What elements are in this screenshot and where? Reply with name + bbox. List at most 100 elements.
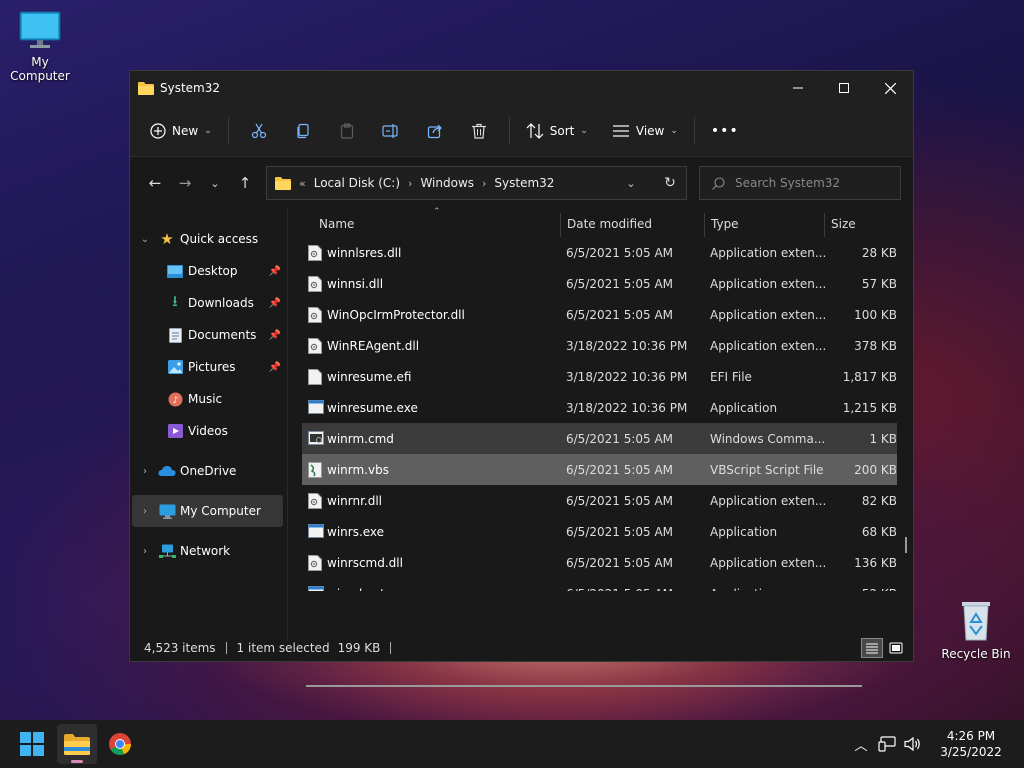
file-row[interactable]: winrm.cmd 6/5/2021 5:05 AM Windows Comma..… (302, 423, 897, 454)
file-type: Application exten... (710, 307, 827, 322)
file-row[interactable]: winrnr.dll 6/5/2021 5:05 AM Application ex… (288, 485, 913, 516)
nav-pictures[interactable]: Pictures 📌 (130, 351, 287, 383)
file-type: Application (710, 524, 778, 539)
clock[interactable]: 4:26 PM 3/25/2022 (926, 728, 1016, 760)
start-button[interactable] (12, 724, 52, 764)
file-explorer-window: System32 New ⌄ Sort ⌄ View ⌄ ••• ← → ⌄ ↑… (129, 70, 914, 687)
nav-desktop[interactable]: Desktop 📌 (130, 255, 287, 287)
file-name: winrs.exe (327, 524, 385, 539)
chevron-right-icon[interactable]: › (138, 546, 152, 557)
file-row[interactable]: winrshost.exe 6/5/2021 5:05 AM Application… (288, 578, 913, 591)
nav-network[interactable]: › Network (130, 535, 287, 567)
file-date-modified: 6/5/2021 5:05 AM (566, 462, 674, 477)
file-row[interactable]: winresume.exe 3/18/2022 10:36 PM Applicati… (288, 392, 913, 423)
taskbar-chrome[interactable] (100, 724, 140, 764)
breadcrumb-windows[interactable]: Windows (420, 176, 474, 190)
column-type[interactable]: Type (711, 217, 739, 231)
address-bar[interactable]: « Local Disk (C:) › Windows › System32 ⌄… (266, 166, 687, 200)
pin-icon: 📌 (268, 297, 281, 309)
view-button[interactable]: View ⌄ (604, 115, 686, 147)
file-date-modified: 6/5/2021 5:05 AM (566, 307, 674, 322)
new-button[interactable]: New ⌄ (142, 115, 220, 147)
rename-icon (382, 123, 398, 138)
chevron-right-icon[interactable]: › (138, 506, 152, 517)
volume-button[interactable] (900, 720, 926, 768)
share-icon (427, 124, 442, 138)
file-size: 57 KB (861, 276, 897, 291)
nav-music[interactable]: ♪ Music (130, 383, 287, 415)
thumbnail-view-button[interactable] (885, 638, 907, 658)
new-label: New (172, 123, 199, 138)
paste-button[interactable] (331, 115, 363, 147)
file-date-modified: 6/5/2021 5:05 AM (566, 493, 674, 508)
cut-button[interactable] (243, 115, 275, 147)
sort-icon (526, 122, 544, 139)
desktop-icon-label: My Computer (10, 55, 70, 83)
search-box[interactable]: Search System32 (699, 166, 901, 200)
details-view-button[interactable] (861, 638, 883, 658)
desktop-icon-label: Recycle Bin (941, 647, 1011, 661)
breadcrumb-local-disk[interactable]: Local Disk (C:) (314, 176, 400, 190)
arrow-left-icon: ← (148, 174, 162, 192)
file-type: Application exten... (710, 493, 827, 508)
taskbar-file-explorer[interactable] (57, 724, 97, 764)
up-button[interactable]: ↑ (230, 168, 260, 198)
column-date-modified[interactable]: Date modified (567, 217, 652, 231)
file-size: 1 KB (869, 431, 897, 446)
share-button[interactable] (419, 115, 451, 147)
horizontal-scrollbar[interactable] (306, 685, 862, 687)
refresh-icon[interactable]: ↻ (654, 175, 686, 191)
file-row[interactable]: winrscmd.dll 6/5/2021 5:05 AM Application … (288, 547, 913, 578)
music-icon: ♪ (166, 392, 184, 407)
show-hidden-icons-button[interactable]: ︿ (848, 720, 874, 768)
chevron-right-icon[interactable]: › (138, 466, 152, 477)
delete-button[interactable] (463, 115, 495, 147)
file-row[interactable]: winresume.efi 3/18/2022 10:36 PM EFI File 1… (288, 361, 913, 392)
minimize-button[interactable] (775, 71, 821, 105)
close-button[interactable] (867, 71, 913, 105)
file-row[interactable]: winrs.exe 6/5/2021 5:05 AM Application 68 K… (288, 516, 913, 547)
file-row[interactable]: winrm.vbs 6/5/2021 5:05 AM VBScript Script… (302, 454, 897, 485)
desktop-icon-recycle-bin[interactable]: Recycle Bin (936, 596, 1016, 661)
copy-button[interactable] (287, 115, 319, 147)
more-options-button[interactable]: ••• (703, 115, 747, 147)
column-divider[interactable] (704, 213, 705, 237)
nav-label: OneDrive (180, 464, 237, 478)
address-dropdown-icon[interactable]: ⌄ (616, 177, 646, 190)
network-status-button[interactable] (874, 720, 900, 768)
maximize-button[interactable] (821, 71, 867, 105)
chevron-down-icon[interactable]: ⌄ (138, 234, 152, 245)
nav-downloads[interactable]: ⭳ Downloads 📌 (130, 287, 287, 319)
nav-documents[interactable]: Documents 📌 (130, 319, 287, 351)
nav-videos[interactable]: Videos (130, 415, 287, 447)
breadcrumb-system32[interactable]: System32 (494, 176, 554, 190)
nav-label: Music (188, 392, 223, 406)
recent-locations-button[interactable]: ⌄ (200, 168, 230, 198)
desktop-icon-my-computer[interactable]: My Computer (0, 10, 80, 83)
column-name[interactable]: Name (319, 217, 354, 231)
rename-button[interactable] (375, 115, 407, 147)
forward-button[interactable]: → (170, 168, 200, 198)
file-name: winrscmd.dll (327, 555, 403, 570)
column-size[interactable]: Size (831, 217, 856, 231)
sort-label: Sort (549, 123, 575, 138)
overflow-chevron-icon[interactable]: « (299, 177, 306, 190)
cloud-icon (158, 465, 176, 477)
file-row[interactable]: WinREAgent.dll 3/18/2022 10:36 PM Applicat… (288, 330, 913, 361)
file-row[interactable]: WinOpcIrmProtector.dll 6/5/2021 5:05 AM Ap… (288, 299, 913, 330)
nav-onedrive[interactable]: › OneDrive (130, 455, 287, 487)
title-bar[interactable]: System32 (130, 71, 913, 105)
chevron-up-icon: ︿ (854, 738, 868, 754)
back-button[interactable]: ← (140, 168, 170, 198)
nav-quick-access[interactable]: ⌄ ★ Quick access (130, 223, 287, 255)
file-name: winrshost.exe (327, 587, 410, 592)
file-size: 100 KB (854, 307, 897, 322)
vertical-scrollbar[interactable] (905, 537, 907, 553)
nav-label: Pictures (188, 360, 236, 374)
column-divider[interactable] (824, 213, 825, 237)
file-row[interactable]: winnlsres.dll 6/5/2021 5:05 AM Application… (288, 237, 913, 268)
nav-my-computer[interactable]: › My Computer (132, 495, 283, 527)
column-divider[interactable] (560, 213, 561, 237)
file-row[interactable]: winnsi.dll 6/5/2021 5:05 AM Application ex… (288, 268, 913, 299)
sort-button[interactable]: Sort ⌄ (518, 115, 596, 147)
